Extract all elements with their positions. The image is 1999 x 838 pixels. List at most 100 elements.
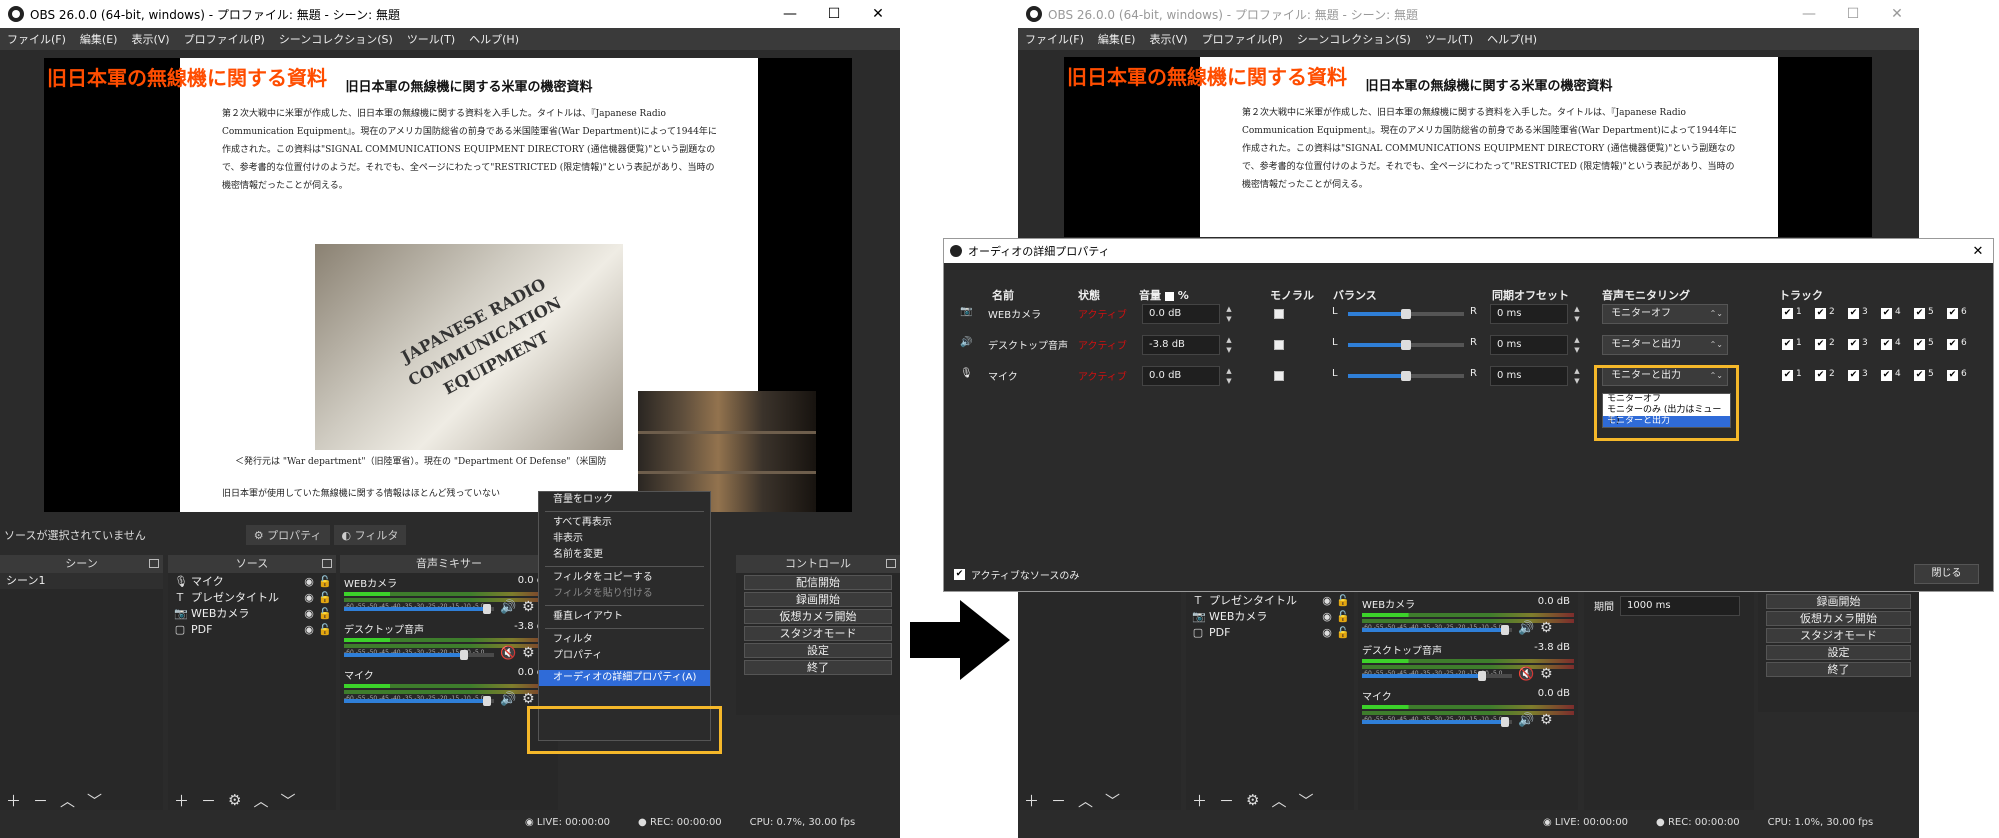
start-streaming-button[interactable]: 配信開始 (744, 575, 892, 590)
exit-button[interactable]: 終了 (744, 660, 892, 675)
sync-spinner[interactable]: ▲ ▼ (1571, 304, 1583, 324)
source-item[interactable]: 🎙 マイク ◉ 🔓 (168, 573, 336, 589)
remove-icon[interactable]: － (201, 790, 216, 811)
track-checkbox[interactable]: ✔ (1815, 370, 1826, 381)
gear-icon[interactable]: ⚙ (522, 599, 535, 615)
source-item[interactable]: ▢ PDF ◉ 🔓 (1186, 624, 1354, 640)
volume-spinner[interactable]: ▲ ▼ (1223, 366, 1235, 386)
lock-icon[interactable]: 🔓 (318, 607, 332, 620)
volume-knob[interactable] (1478, 671, 1486, 681)
volume-slider[interactable] (1362, 625, 1512, 635)
track-checkbox[interactable]: ✔ (1782, 308, 1793, 319)
balance-slider[interactable] (1348, 309, 1464, 319)
track-checkbox[interactable]: ✔ (1848, 339, 1859, 350)
gear-icon[interactable]: ⚙ (1540, 620, 1553, 636)
eye-icon[interactable]: ◉ (1320, 610, 1334, 623)
source-item[interactable]: 📷 WEBカメラ ◉ 🔓 (168, 605, 336, 621)
lock-icon[interactable]: 🔓 (1336, 626, 1350, 639)
track-checkbox[interactable]: ✔ (1947, 308, 1958, 319)
track-checkbox[interactable]: ✔ (1782, 370, 1793, 381)
eye-icon[interactable]: ◉ (302, 591, 316, 604)
menu-view[interactable]: 表示(V) (1142, 31, 1194, 47)
close-button[interactable]: ✕ (1875, 6, 1919, 22)
track-checkbox[interactable]: ✔ (1947, 339, 1958, 350)
track-checkbox[interactable]: ✔ (1914, 308, 1925, 319)
sync-offset-input[interactable]: 0 ms (1490, 335, 1568, 355)
speaker-muted-icon[interactable]: 🔇 (1518, 667, 1534, 682)
menu-help[interactable]: ヘルプ(H) (1480, 31, 1544, 47)
preview-canvas[interactable]: 旧日本軍の無線機に関する米軍の機密資料 第２次大戦中に米軍が作成した、旧日本軍の… (1064, 57, 1872, 237)
context-menu-item[interactable]: フィルタ (539, 632, 710, 648)
move-down-icon[interactable]: ﹀ (1299, 790, 1314, 811)
move-up-icon[interactable]: ︿ (1271, 790, 1286, 811)
start-virtual-camera-button[interactable]: 仮想カメラ開始 (1766, 611, 1911, 626)
track-checkbox[interactable]: ✔ (1914, 370, 1925, 381)
close-button[interactable]: ✕ (856, 6, 900, 22)
dropdown-option[interactable]: モニターオフ (1603, 394, 1730, 405)
lock-icon[interactable]: 🔓 (318, 591, 332, 604)
context-menu-item[interactable]: 垂直レイアウト (539, 609, 710, 625)
volume-slider[interactable] (344, 696, 494, 706)
context-menu-item[interactable]: 非表示 (539, 531, 710, 547)
volume-input[interactable]: -3.8 dB (1142, 335, 1220, 355)
properties-button[interactable]: ⚙ プロパティ (245, 525, 330, 545)
undock-icon[interactable] (886, 559, 896, 568)
context-menu-item[interactable]: フィルタをコピーする (539, 570, 710, 586)
track-checkbox[interactable]: ✔ (1815, 339, 1826, 350)
exit-button[interactable]: 終了 (1766, 662, 1911, 677)
balance-knob[interactable] (1401, 371, 1411, 381)
track-checkbox[interactable]: ✔ (1881, 339, 1892, 350)
active-only-toggle[interactable]: ✔ アクティブなソースのみ (954, 567, 1079, 582)
eye-icon[interactable]: ◉ (302, 623, 316, 636)
volume-slider[interactable] (1362, 717, 1512, 727)
volume-slider[interactable] (344, 604, 494, 614)
scene-item[interactable]: シーン1 (0, 573, 163, 589)
volume-spinner[interactable]: ▲ ▼ (1223, 304, 1235, 324)
undock-icon[interactable] (322, 559, 332, 568)
context-menu-item[interactable]: すべて再表示 (539, 515, 710, 531)
sync-spinner[interactable]: ▲ ▼ (1571, 366, 1583, 386)
speaker-icon[interactable]: 🔊 (500, 692, 516, 707)
balance-slider[interactable] (1348, 371, 1464, 381)
balance-slider[interactable] (1348, 340, 1464, 350)
menu-tools[interactable]: ツール(T) (1418, 31, 1480, 47)
track-checkbox[interactable]: ✔ (1815, 308, 1826, 319)
track-checkbox[interactable]: ✔ (1881, 308, 1892, 319)
menu-scene-collection[interactable]: シーンコレクション(S) (1290, 31, 1418, 47)
track-checkbox[interactable]: ✔ (1947, 370, 1958, 381)
dropdown-option[interactable]: モニターのみ (出力はミュート) (1603, 405, 1730, 426)
speaker-muted-icon[interactable]: 🔇 (500, 646, 516, 661)
maximize-button[interactable]: ☐ (812, 6, 856, 22)
context-menu-item[interactable]: 音量をロック (539, 492, 710, 508)
volume-input[interactable]: 0.0 dB (1142, 366, 1220, 386)
sync-offset-input[interactable]: 0 ms (1490, 304, 1568, 324)
maximize-button[interactable]: ☐ (1831, 6, 1875, 22)
remove-icon[interactable]: － (33, 790, 48, 811)
eye-icon[interactable]: ◉ (1320, 626, 1334, 639)
source-item[interactable]: T プレゼンタイトル ◉ 🔓 (168, 589, 336, 605)
lock-icon[interactable]: 🔓 (318, 575, 332, 588)
track-checkbox[interactable]: ✔ (1881, 370, 1892, 381)
filters-button[interactable]: ◐ フィルタ (333, 525, 407, 545)
source-item[interactable]: 📷 WEBカメラ ◉ 🔓 (1186, 608, 1354, 624)
speaker-icon[interactable]: 🔊 (500, 600, 516, 615)
menu-file[interactable]: ファイル(F) (1018, 31, 1091, 47)
advanced-audio-properties-menu-item[interactable]: オーディオの詳細プロパティ(A) (539, 670, 710, 686)
remove-icon[interactable]: － (1219, 790, 1234, 811)
add-icon[interactable]: ＋ (6, 790, 21, 811)
menu-view[interactable]: 表示(V) (124, 31, 176, 47)
gear-icon[interactable]: ⚙ (228, 791, 241, 809)
track-checkbox[interactable]: ✔ (1848, 370, 1859, 381)
lock-icon[interactable]: 🔓 (318, 623, 332, 636)
gear-icon[interactable]: ⚙ (1540, 666, 1553, 682)
volume-spinner[interactable]: ▲ ▼ (1223, 335, 1235, 355)
track-checkbox[interactable]: ✔ (1848, 308, 1859, 319)
menu-profile[interactable]: プロファイル(P) (1195, 31, 1290, 47)
volume-slider[interactable] (344, 650, 494, 660)
menu-edit[interactable]: 編集(E) (1091, 31, 1143, 47)
monitoring-select[interactable]: モニターオフ ⌃⌄ (1602, 304, 1728, 324)
menu-file[interactable]: ファイル(F) (0, 31, 73, 47)
dialog-close-icon[interactable]: ✕ (1963, 244, 1993, 259)
monitoring-select[interactable]: モニターと出力 ⌃⌄ (1602, 335, 1728, 355)
menu-scene-collection[interactable]: シーンコレクション(S) (272, 31, 400, 47)
